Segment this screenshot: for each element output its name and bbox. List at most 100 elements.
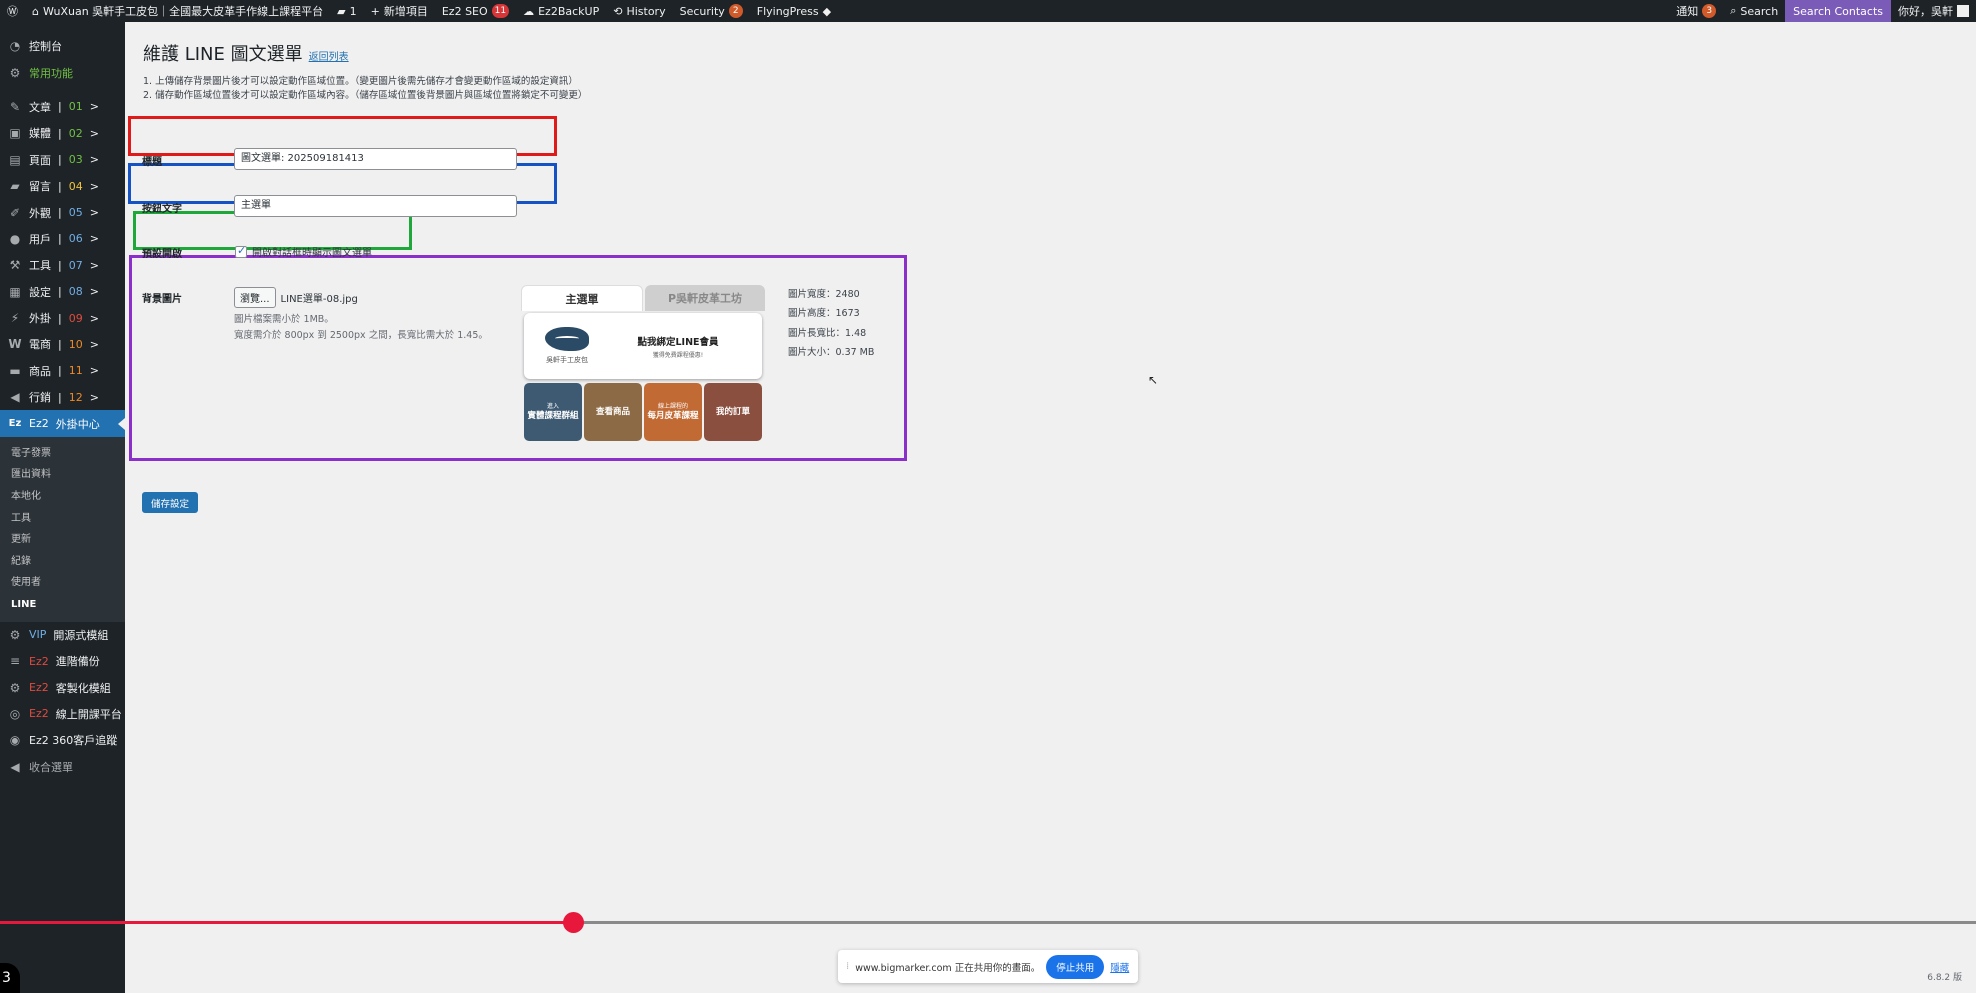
ez2-submenu: 電子發票 匯出資料 本地化 工具 更新 紀錄 使用者 LINE <box>0 436 125 622</box>
default-open-row: 開啟對話框時顯示圖文選單 <box>235 244 372 259</box>
new-item-link[interactable]: + 新增項目 <box>364 0 435 22</box>
preview-tile[interactable]: 查看商品 <box>584 383 642 441</box>
hide-link[interactable]: 隱藏 <box>1110 960 1129 974</box>
site-name-link[interactable]: ⌂ WuXuan 吳軒手工皮包｜全國最大皮革手作線上課程平台 <box>25 0 330 22</box>
submenu-item-localization[interactable]: 本地化 <box>0 486 125 508</box>
file-hint: 圖片檔案需小於 1MB。 寬度需介於 800px 到 2500px 之間，長寬比… <box>234 314 488 341</box>
search-link[interactable]: ⌕ Search <box>1723 0 1785 22</box>
security-link[interactable]: Security 2 <box>673 0 750 22</box>
eye-icon: ◉ <box>9 733 21 748</box>
preview-banner[interactable]: 吳軒手工皮包 點我綁定LINE會員 獲得免費課程優惠! <box>524 313 762 379</box>
sidebar-item-marketing[interactable]: ◀ 行銷 | 12 > <box>0 384 125 410</box>
sidebar-item-vip[interactable]: ⚙ VIP 開源式模組 <box>0 622 125 648</box>
gear-icon: ⚙ <box>9 627 21 642</box>
sidebar-item-backup[interactable]: ≡ Ez2 進階備份 <box>0 648 125 674</box>
avatar <box>1957 5 1969 17</box>
submenu-item-invoice[interactable]: 電子發票 <box>0 443 125 465</box>
sidebar-item-appearance[interactable]: ✐ 外觀 | 05 > <box>0 199 125 225</box>
admin-bar: Ⓦ ⌂ WuXuan 吳軒手工皮包｜全國最大皮革手作線上課程平台 ▰ 1 + 新增項目… <box>0 0 1976 22</box>
sidebar-collapse[interactable]: ◀ 收合選單 <box>0 754 125 780</box>
home-icon: ⌂ <box>32 4 39 18</box>
file-name: LINE選單-08.jpg <box>280 294 358 305</box>
button-text-input[interactable]: 主選單 <box>234 195 517 217</box>
sidebar-item-settings[interactable]: ▦ 設定 | 08 > <box>0 279 125 305</box>
comments-link[interactable]: ▰ 1 <box>330 0 363 22</box>
sidebar-item-posts[interactable]: ✎ 文章 | 01 > <box>0 94 125 120</box>
button-text-label: 按鈕文字 <box>142 204 182 215</box>
woocommerce-icon: W <box>8 337 22 352</box>
submenu-item-tools[interactable]: 工具 <box>0 508 125 530</box>
submenu-item-export[interactable]: 匯出資料 <box>0 464 125 486</box>
search-icon: ⌕ <box>1730 4 1737 17</box>
submenu-item-line[interactable]: LINE <box>0 594 125 616</box>
bg-image-label: 背景圖片 <box>142 294 182 305</box>
sidebar-item-ez2-center[interactable]: Ez Ez2 外掛中心 <box>0 410 125 437</box>
title-label: 標題 <box>142 157 162 168</box>
sidebar-item-tools[interactable]: ⚒ 工具 | 07 > <box>0 252 125 278</box>
dashboard-icon: ◔ <box>9 39 21 54</box>
sidebar-item-plugins[interactable]: ⚡ 外掛 | 09 > <box>0 305 125 331</box>
security-count-badge: 2 <box>728 4 743 18</box>
wordpress-logo-icon[interactable]: Ⓦ <box>0 0 25 22</box>
preview-tile[interactable]: 線上課程的 每月皮革課程 <box>644 383 702 441</box>
history-link[interactable]: ⟲ History <box>606 0 672 22</box>
notifications-link[interactable]: 通知 3 <box>1669 0 1723 22</box>
gear-icon: ⚙ <box>9 65 21 80</box>
cloud-icon: ☁ <box>523 4 535 18</box>
sidebar-item-customer-tracking[interactable]: ◉ Ez2 360客戶追蹤 <box>0 727 125 753</box>
collapse-icon: ◀ <box>10 759 20 774</box>
brush-icon: ✐ <box>9 205 21 220</box>
list-icon: ≡ <box>9 654 21 669</box>
sidebar-item-pages[interactable]: ▤ 頁面 | 03 > <box>0 147 125 173</box>
default-open-checkbox[interactable] <box>235 244 247 258</box>
flyingpress-link[interactable]: FlyingPress ◆ <box>750 0 838 22</box>
sidebar-item-online-course[interactable]: ◎ Ez2 線上開課平台 <box>0 701 125 727</box>
sidebar-item-woocommerce[interactable]: W 電商 | 10 > <box>0 331 125 357</box>
user-icon: ● <box>9 231 21 246</box>
save-settings-button[interactable]: 儲存設定 <box>142 492 199 513</box>
sidebar-item-custom-module[interactable]: ⚙ Ez2 客製化模組 <box>0 674 125 700</box>
main-content: 維護 LINE 圖文選單 返回列表 1. 上傳儲存背景圖片後才可以設定動作區域位… <box>125 22 1976 993</box>
preview-tab-main[interactable]: 主選單 <box>521 285 643 311</box>
submenu-item-log[interactable]: 紀錄 <box>0 551 125 573</box>
wrench-icon: ⚒ <box>9 258 21 273</box>
account-link[interactable]: 你好，吳軒 <box>1891 0 1976 22</box>
progress-thumb[interactable] <box>563 912 584 933</box>
archive-icon: ▬ <box>9 363 21 378</box>
notifications-count-badge: 3 <box>1702 4 1717 18</box>
overlay-number: 3 <box>0 963 20 993</box>
back-to-list-link[interactable]: 返回列表 <box>309 48 349 63</box>
preview-tile[interactable]: 我的訂單 <box>704 383 762 441</box>
browse-button[interactable]: 瀏覽... <box>234 287 276 308</box>
brand-logo: 吳軒手工皮包 <box>532 327 602 365</box>
submenu-item-users[interactable]: 使用者 <box>0 572 125 594</box>
sidebar-item-dashboard[interactable]: ◔ 控制台 <box>0 33 125 59</box>
seo-count-badge: 11 <box>491 4 510 18</box>
seo-link[interactable]: Ez2 SEO 11 <box>435 0 516 22</box>
sidebar-item-products[interactable]: ▬ 商品 | 11 > <box>0 358 125 384</box>
stop-sharing-button[interactable]: 停止共用 <box>1046 954 1105 979</box>
video-progress-bar[interactable] <box>0 912 1976 933</box>
page-icon: ▤ <box>9 152 21 167</box>
ez2-logo-icon: Ez <box>8 418 22 430</box>
preview-tabs: 主選單 P吳軒皮革工坊 <box>521 285 765 311</box>
title-input[interactable]: 圖文選單: 202509181413 <box>234 148 517 170</box>
progress-remaining <box>573 921 1976 924</box>
rocket-icon: ◎ <box>9 706 21 721</box>
backup-link[interactable]: ☁ Ez2BackUP <box>516 0 606 22</box>
sidebar-item-media[interactable]: ▣ 媒體 | 02 > <box>0 120 125 146</box>
plus-icon: + <box>370 4 380 18</box>
history-icon: ⟲ <box>613 4 623 18</box>
submenu-item-update[interactable]: 更新 <box>0 529 125 551</box>
sidebar-item-common[interactable]: ⚙ 常用功能 <box>0 59 125 85</box>
preview-tile[interactable]: 進入 實體課程群組 <box>524 383 582 441</box>
drag-handle-icon[interactable]: ⁞ <box>846 961 849 972</box>
search-contacts-button[interactable]: Search Contacts <box>1785 0 1891 22</box>
sidebar-item-users[interactable]: ● 用戶 | 06 > <box>0 226 125 252</box>
settings-icon: ▦ <box>9 284 21 299</box>
sidebar-item-comments[interactable]: ▰ 留言 | 04 > <box>0 173 125 199</box>
plugin-icon: ⚡ <box>10 311 20 326</box>
progress-played <box>0 921 573 924</box>
preview-tab-studio[interactable]: P吳軒皮革工坊 <box>645 285 765 311</box>
page-title: 維護 LINE 圖文選單 返回列表 <box>143 44 349 65</box>
